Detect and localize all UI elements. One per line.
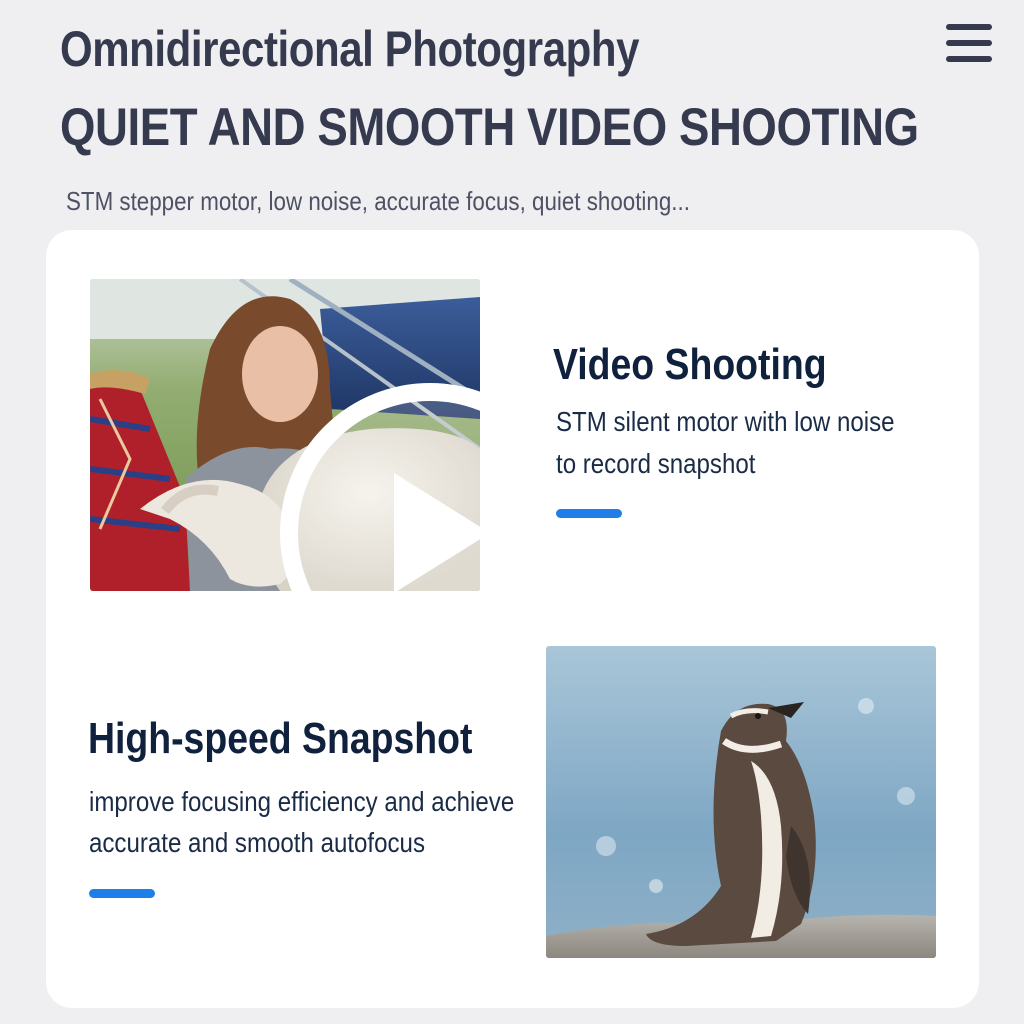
feature-title: Video Shooting: [553, 340, 827, 389]
page-subtitle: STM stepper motor, low noise, accurate f…: [66, 186, 690, 216]
accent-bar: [556, 509, 622, 518]
feature-description: to record snapshot: [556, 448, 756, 479]
menu-bar: [946, 40, 992, 46]
penguin-image: [546, 646, 936, 958]
feature-description: improve focusing efficiency and achieve: [89, 786, 515, 817]
feature-title: High-speed Snapshot: [88, 714, 473, 763]
hamburger-menu-icon[interactable]: [946, 22, 994, 66]
page-headline: QUIET AND SMOOTH VIDEO SHOOTING: [60, 98, 919, 157]
feature-description: STM silent motor with low noise: [556, 406, 895, 437]
feature-card: Video Shooting STM silent motor with low…: [46, 230, 979, 1008]
accent-bar: [89, 889, 155, 898]
menu-bar: [946, 56, 992, 62]
penguin-photo: [546, 646, 936, 958]
feature-description: accurate and smooth autofocus: [89, 827, 425, 858]
menu-bar: [946, 24, 992, 30]
page-title: Omnidirectional Photography: [60, 21, 640, 77]
video-thumbnail[interactable]: [90, 279, 480, 591]
play-icon[interactable]: [235, 377, 480, 591]
